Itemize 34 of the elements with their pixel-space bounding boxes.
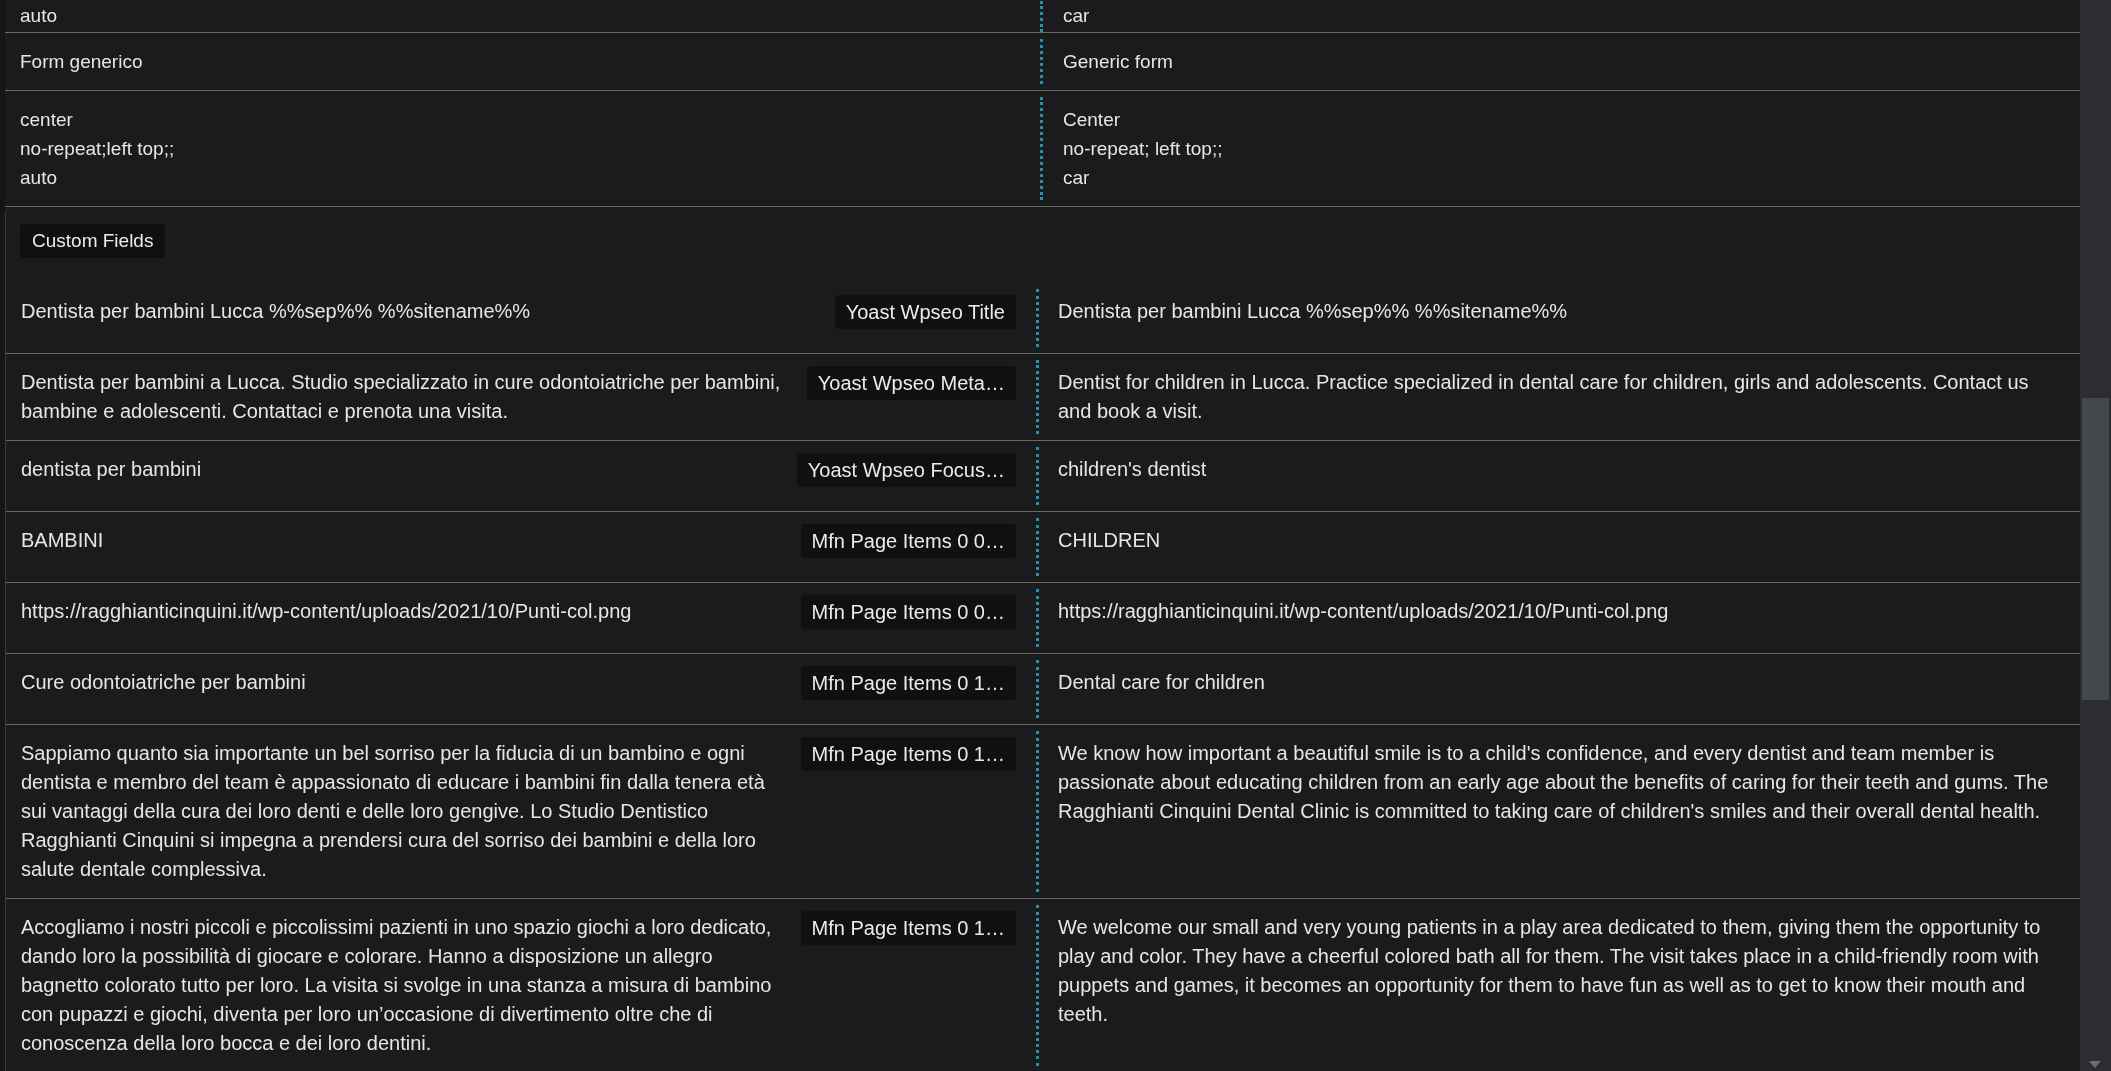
section-heading: Custom Fields — [20, 224, 166, 258]
translation-text: Dental care for children — [1058, 670, 1266, 695]
field-name-tag: Yoast Wpseo Title — [834, 295, 1016, 329]
field-name-tag: Yoast Wpseo Focus… — [796, 453, 1016, 487]
field-name-tag: Mfn Page Items 0 1… — [800, 666, 1016, 700]
translation-text: car — [1063, 4, 1091, 28]
field-name-tag: Mfn Page Items 0 0… — [800, 595, 1016, 629]
source-text: Accogliamo i nostri piccoli e piccolissimi pazienti in uno spazio giochi a loro dedicato, dando loro la possibilità di giocare e colorare. Hanno a disposizione un allegro bagnetto colorato tutto per loro. La visita si svolge in una stanza a misura di bambino con pupazzi e giochi, diventa per loro un’occasione di divertimento oltre che di conoscenza della loro bocca e dei loro dentini. — [21, 915, 773, 1056]
translation-text: We know how important a beautiful smile is to a child's confidence, and every dentist and team member is passionate about educating children from an early age about the benefits of caring for their teeth and gums. The Ragghianti Cinquini Dental Clinic is committed to taking care of children's smiles and their overall dental health. — [1058, 741, 2050, 824]
translation-text: Generic form — [1063, 50, 1174, 74]
translation-text: children's dentist — [1058, 457, 1208, 482]
scrollbar[interactable] — [2080, 0, 2111, 1071]
translation-text: CHILDREN — [1058, 528, 1162, 553]
scrollbar-thumb[interactable] — [2082, 398, 2109, 700]
source-text: BAMBINI — [21, 528, 105, 553]
translation-text: We welcome our small and very young patients in a play area dedicated to them, giving them the opportunity to play and color. They have a cheerful colored bath all for them. The visit takes place in a child-friendly room with puppets and games, it becomes an opportunity for them to have fun as well as to get to know their mouth and teeth. — [1058, 915, 2042, 1027]
source-text: Sappiamo quanto sia importante un bel sorriso per la fiducia di un bambino e ogni dentista e membro del team è appassionato di educare i bambini fin dalla tenera età sui vantaggi della cura dei loro denti e delle loro gengive. Lo Studio Dentistico Ragghianti Cinquini si impegna a prendersi cura del sorriso dei bambini e della loro salute dentale complessiva. — [21, 741, 766, 882]
field-name-tag: Mfn Page Items 0 0… — [800, 524, 1016, 558]
source-text: auto — [20, 4, 58, 28]
source-text: Dentista per bambini a Lucca. Studio specializzato in cure odontoiatriche per bambini, bambine e adolescenti. Contattaci e prenota una visita. — [21, 370, 782, 424]
source-text: Form generico — [20, 50, 144, 74]
translation-text: https://ragghianticinquini.it/wp-content/uploads/2021/10/Punti-col.png — [1058, 599, 1670, 624]
translation-text: Dentista per bambini Lucca %%sep%% %%sitename%% — [1058, 299, 1569, 324]
field-name-tag: Yoast Wpseo Meta… — [806, 366, 1016, 400]
field-name-tag: Mfn Page Items 0 1… — [800, 737, 1016, 771]
source-text: Cure odontoiatriche per bambini — [21, 670, 307, 695]
source-text: Dentista per bambini Lucca %%sep%% %%sitename%% — [21, 299, 532, 324]
field-name-tag: Mfn Page Items 0 1… — [800, 911, 1016, 945]
translation-text: Center no-repeat; left top;; car — [1063, 108, 1224, 190]
source-text: dentista per bambini — [21, 457, 203, 482]
source-text: https://ragghianticinquini.it/wp-content/uploads/2021/10/Punti-col.png — [21, 599, 633, 624]
translation-text: Dentist for children in Lucca. Practice specialized in dental care for children, girls and adolescents. Contact us and book a visit. — [1058, 370, 2030, 424]
source-text: center no-repeat;left top;; auto — [20, 108, 176, 190]
scroll-down-icon[interactable] — [2089, 1061, 2101, 1069]
